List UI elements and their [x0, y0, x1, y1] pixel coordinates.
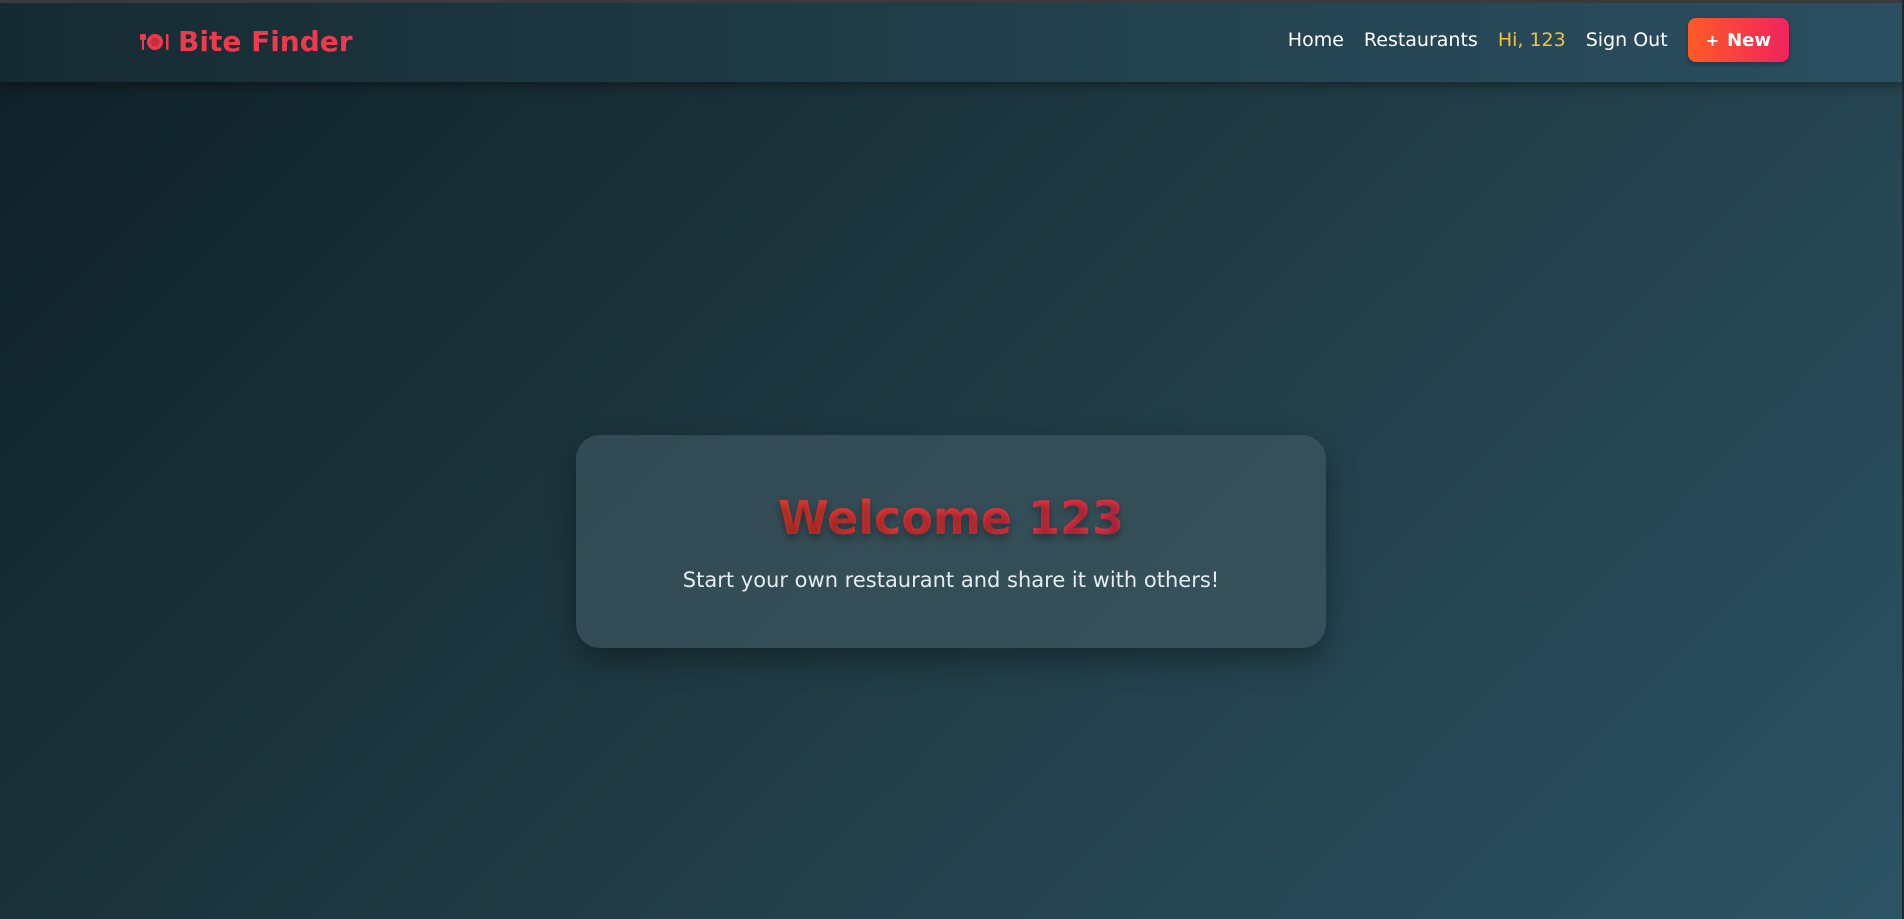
welcome-heading: Welcome 123	[576, 490, 1326, 546]
brand-logo-link[interactable]: Bite Finder	[140, 25, 353, 58]
user-greeting: Hi, 123	[1497, 29, 1566, 51]
nav-links: Home Restaurants Hi, 123 Sign Out + New	[1288, 18, 1789, 62]
welcome-subtitle: Start your own restaurant and share it w…	[682, 568, 1220, 592]
nav-home-link[interactable]: Home	[1288, 18, 1344, 62]
brand-name: Bite Finder	[178, 25, 353, 58]
top-navbar: Bite Finder Home Restaurants Hi, 123 Sig…	[0, 3, 1904, 82]
welcome-card: Welcome 123 Start your own restaurant an…	[576, 435, 1326, 648]
new-button-label: New	[1727, 29, 1771, 51]
nav-restaurants-link[interactable]: Restaurants	[1364, 18, 1478, 62]
plus-icon: +	[1705, 30, 1720, 50]
sign-out-link[interactable]: Sign Out	[1586, 18, 1668, 62]
plate-utensils-icon	[140, 30, 170, 54]
new-restaurant-button[interactable]: + New	[1687, 18, 1789, 62]
